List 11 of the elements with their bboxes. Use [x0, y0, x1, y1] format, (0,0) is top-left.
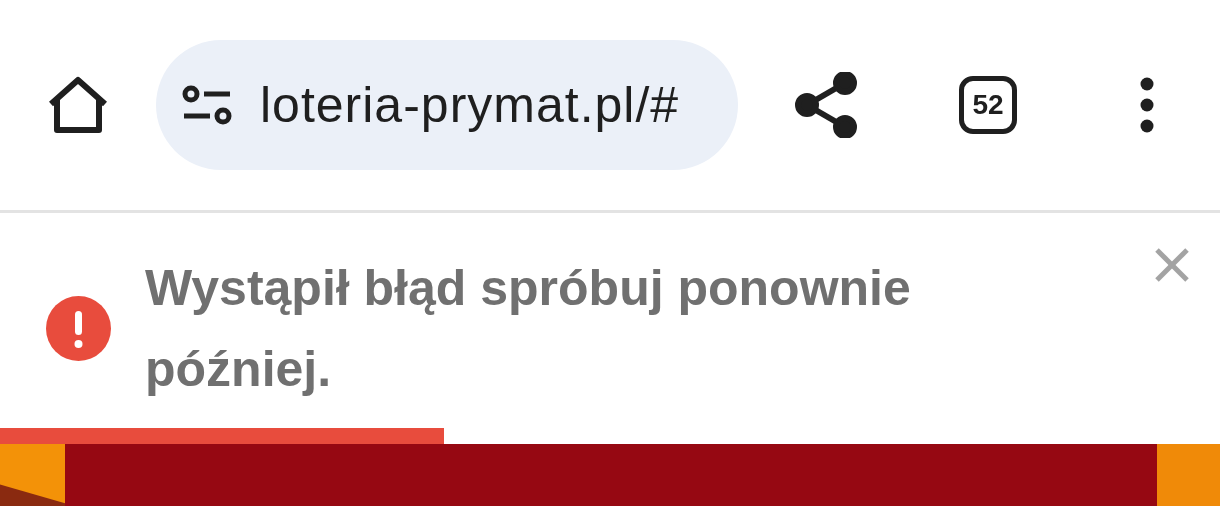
error-icon	[46, 296, 111, 361]
tab-count-button[interactable]: 52	[959, 76, 1017, 134]
share-button[interactable]	[793, 72, 859, 138]
close-icon	[1153, 246, 1190, 283]
share-icon	[795, 72, 857, 138]
site-settings-icon	[182, 85, 232, 125]
error-message: Wystąpił błąd spróbuj ponownie później.	[145, 258, 912, 399]
address-bar[interactable]: loteria-prymat.pl/#	[156, 40, 738, 170]
more-icon	[1140, 77, 1154, 133]
home-icon	[47, 76, 109, 134]
url-text: loteria-prymat.pl/#	[260, 75, 680, 135]
